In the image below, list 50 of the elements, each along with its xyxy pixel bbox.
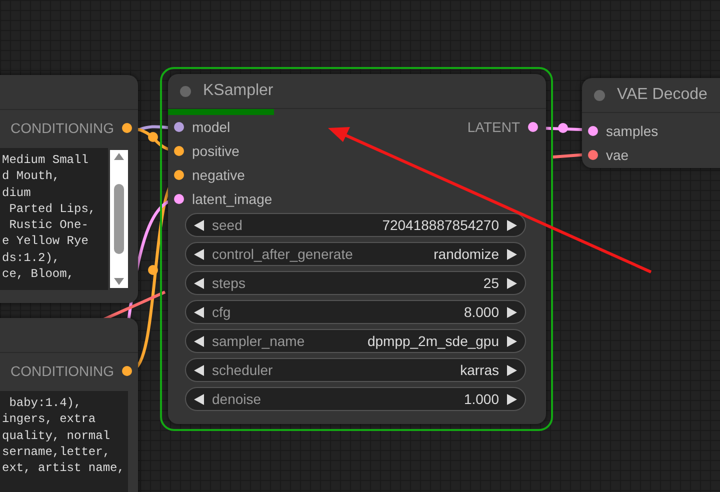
- right-arrow-icon[interactable]: [507, 278, 517, 288]
- right-arrow-icon[interactable]: [507, 336, 517, 346]
- input-slot-dot[interactable]: [588, 126, 598, 136]
- left-arrow-icon[interactable]: [194, 278, 204, 288]
- right-arrow-icon[interactable]: [507, 364, 517, 376]
- reroute-dot[interactable]: [148, 265, 158, 275]
- widget-control[interactable]: control_after_generate randomize: [185, 242, 526, 266]
- input-label: vae: [606, 147, 629, 163]
- output-label: LATENT: [467, 119, 520, 135]
- left-arrow-icon[interactable]: [194, 306, 204, 318]
- widget-control[interactable]: scheduler karras: [185, 358, 526, 382]
- widget-control[interactable]: sampler_name dpmpp_2m_sde_gpu: [185, 329, 526, 353]
- collapse-dot-icon[interactable]: [180, 86, 191, 96]
- reroute-dot[interactable]: [558, 123, 568, 133]
- left-arrow-icon[interactable]: [194, 394, 204, 404]
- scroll-down-icon[interactable]: [114, 278, 124, 285]
- widget-control[interactable]: denoise 1.000: [185, 387, 526, 411]
- right-arrow-icon[interactable]: [507, 220, 517, 230]
- node-title: KSampler: [203, 82, 274, 100]
- left-arrow-icon[interactable]: [194, 220, 204, 230]
- reroute-dot[interactable]: [148, 132, 158, 142]
- input-slot-dot[interactable]: [174, 170, 184, 180]
- input-label: negative: [192, 167, 245, 183]
- input-slot-dot[interactable]: [174, 122, 184, 132]
- left-arrow-icon[interactable]: [194, 336, 204, 346]
- input-slot-dot[interactable]: [174, 194, 184, 204]
- left-arrow-icon[interactable]: [194, 248, 204, 260]
- input-label: positive: [192, 143, 240, 159]
- collapse-dot-icon[interactable]: [594, 90, 605, 100]
- node-title: VAE Decode: [617, 86, 708, 104]
- scroll-up-icon[interactable]: [114, 153, 124, 160]
- output-label: CONDITIONING: [10, 120, 114, 136]
- input-slot-dot[interactable]: [588, 150, 598, 160]
- widget-control[interactable]: steps 25: [185, 271, 526, 295]
- widget-control[interactable]: seed 720418887854270: [185, 213, 526, 237]
- right-arrow-icon[interactable]: [507, 394, 517, 404]
- output-slot-dot[interactable]: [528, 122, 538, 132]
- input-label: model: [192, 119, 230, 135]
- output-slot-dot[interactable]: [122, 366, 132, 376]
- output-slot-dot[interactable]: [122, 123, 132, 133]
- right-arrow-icon[interactable]: [507, 306, 517, 318]
- scrollbar[interactable]: [110, 150, 128, 288]
- output-label: CONDITIONING: [10, 363, 114, 379]
- prompt-text-area[interactable]: baby:1.4), ingers, extra quality, normal sername,letter, ext, artist name,: [0, 391, 128, 492]
- right-arrow-icon[interactable]: [507, 248, 517, 260]
- input-label: latent_image: [192, 191, 272, 207]
- input-slot-dot[interactable]: [174, 146, 184, 156]
- input-label: samples: [606, 123, 658, 139]
- left-arrow-icon[interactable]: [194, 364, 204, 376]
- widget-control[interactable]: cfg 8.000: [185, 300, 526, 324]
